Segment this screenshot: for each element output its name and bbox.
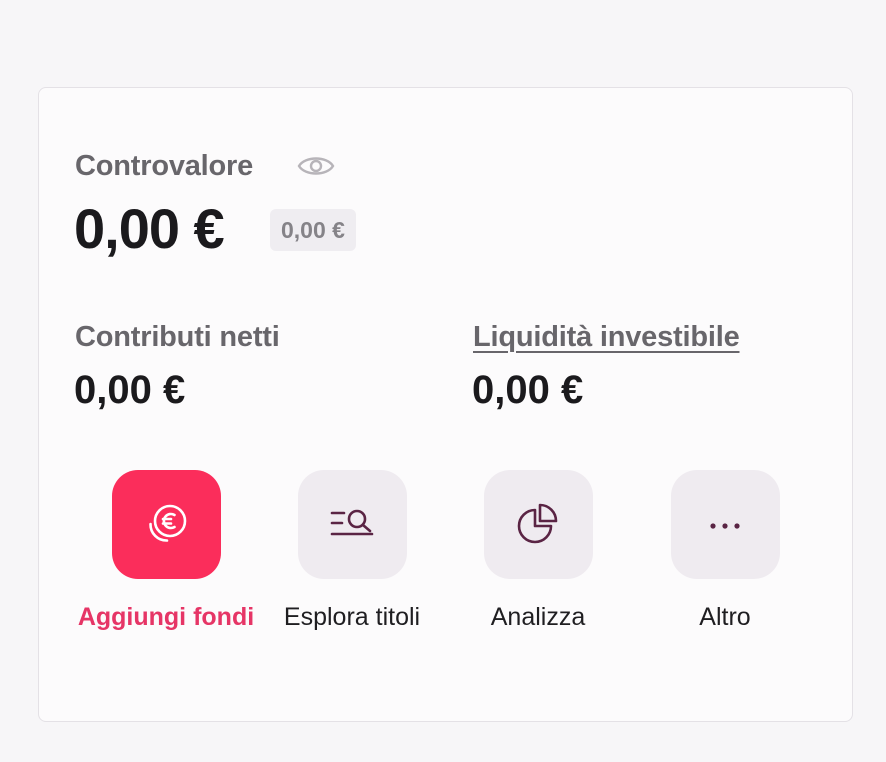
controvalore-change-badge: 0,00 € [270, 209, 356, 251]
euro-coins-icon [149, 504, 187, 542]
explore-securities-label: Esplora titoli [283, 603, 421, 631]
controvalore-value: 0,00 € [74, 197, 225, 260]
liquidita-investibile-value: 0,00 € [472, 368, 584, 412]
more-tile[interactable] [670, 470, 780, 579]
add-funds-tile[interactable] [111, 470, 221, 579]
analyze-label: Analizza [490, 603, 586, 631]
contributi-netti-value: 0,00 € [74, 368, 186, 412]
search-list-icon [330, 509, 374, 535]
analyze-button[interactable]: Analizza [448, 470, 628, 636]
more-label: Altro [699, 603, 751, 631]
add-funds-label: Aggiungi fondi [77, 603, 255, 631]
add-funds-button[interactable]: Aggiungi fondi [76, 470, 256, 636]
explore-securities-tile[interactable] [297, 470, 407, 579]
controvalore-label: Controvalore [75, 150, 254, 182]
eye-icon[interactable] [296, 150, 336, 182]
analyze-tile[interactable] [483, 470, 593, 579]
explore-securities-button[interactable]: Esplora titoli [262, 470, 442, 636]
portfolio-card: Controvalore 0,00 € 0,00 € Contributi ne… [38, 87, 853, 722]
more-dots-icon [710, 522, 740, 529]
more-button[interactable]: Altro [635, 470, 815, 636]
liquidita-investibile-link[interactable]: Liquidità investibile [473, 321, 740, 354]
pie-chart-icon [517, 503, 558, 543]
contributi-netti-label: Contributi netti [75, 321, 280, 353]
